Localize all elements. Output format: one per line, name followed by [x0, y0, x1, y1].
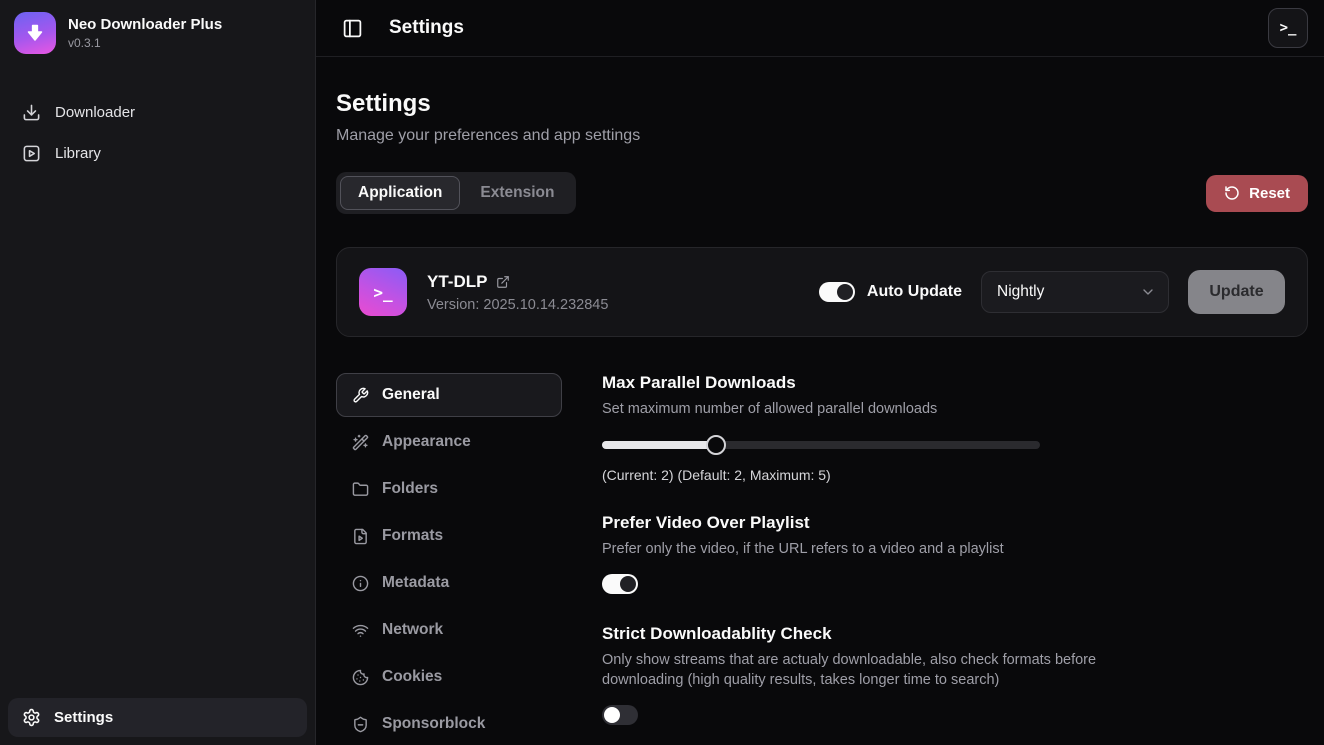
ytdlp-terminal-icon: >_	[359, 268, 407, 316]
external-link-icon[interactable]	[496, 275, 510, 289]
download-icon	[22, 103, 41, 122]
settings-nav-label: Appearance	[382, 433, 471, 451]
settings-nav-label: Folders	[382, 480, 438, 498]
strict-check-toggle[interactable]	[602, 705, 638, 725]
setting-title: Prefer Video Over Playlist	[602, 513, 1117, 533]
setting-title: Max Parallel Downloads	[602, 373, 1117, 393]
shield-minus-icon	[352, 716, 369, 733]
setting-description: Prefer only the video, if the URL refers…	[602, 539, 1117, 559]
ytdlp-card: >_ YT-DLP Version: 2025.10.14.232845 Aut…	[336, 247, 1308, 337]
tab-application[interactable]: Application	[340, 176, 460, 210]
main-area: Settings >_ Settings Manage your prefere…	[316, 0, 1324, 745]
settings-nav-folders[interactable]: Folders	[336, 467, 562, 511]
settings-nav-label: Sponsorblock	[382, 715, 485, 733]
folder-icon	[352, 481, 369, 498]
sidebar: Neo Downloader Plus v0.3.1 Downloader Li…	[0, 0, 316, 745]
toggle-knob	[620, 576, 636, 592]
gear-icon	[22, 708, 41, 727]
settings-nav-label: Formats	[382, 527, 443, 545]
sidebar-item-label: Downloader	[55, 104, 135, 121]
sidebar-item-label: Settings	[54, 709, 113, 726]
settings-nav-label: Metadata	[382, 574, 449, 592]
reset-button-label: Reset	[1249, 185, 1290, 202]
wifi-icon	[352, 622, 369, 639]
cookie-icon	[352, 669, 369, 686]
rotate-ccw-icon	[1224, 185, 1240, 201]
file-video-icon	[352, 528, 369, 545]
page-title: Settings	[336, 90, 1308, 118]
library-icon	[22, 144, 41, 163]
sidebar-toggle-button[interactable]	[338, 14, 367, 43]
setting-strict-check: Strict Downloadablity Check Only show st…	[602, 624, 1117, 725]
update-channel-select[interactable]: Nightly	[981, 271, 1169, 313]
update-channel-value: Nightly	[997, 283, 1044, 301]
settings-nav-cookies[interactable]: Cookies	[336, 655, 562, 699]
settings-page: Settings Manage your preferences and app…	[316, 57, 1324, 745]
setting-title: Strict Downloadablity Check	[602, 624, 1117, 644]
auto-update-toggle[interactable]	[819, 282, 855, 302]
sidebar-item-downloader[interactable]: Downloader	[0, 92, 315, 133]
topbar-title: Settings	[389, 17, 464, 39]
sidebar-bottom: Settings	[0, 690, 315, 745]
sidebar-nav: Downloader Library	[0, 92, 315, 174]
ytdlp-version: Version: 2025.10.14.232845	[427, 297, 608, 313]
update-button[interactable]: Update	[1188, 270, 1285, 314]
tab-extension[interactable]: Extension	[462, 176, 572, 210]
chevron-down-icon	[1140, 284, 1156, 300]
settings-nav-formats[interactable]: Formats	[336, 514, 562, 558]
setting-prefer-video: Prefer Video Over Playlist Prefer only t…	[602, 513, 1117, 594]
sidebar-item-library[interactable]: Library	[0, 133, 315, 174]
panel-left-icon	[342, 18, 363, 39]
settings-nav-label: General	[382, 386, 440, 404]
info-icon	[352, 575, 369, 592]
settings-nav-appearance[interactable]: Appearance	[336, 420, 562, 464]
terminal-button[interactable]: >_	[1268, 8, 1308, 48]
setting-max-parallel-downloads: Max Parallel Downloads Set maximum numbe…	[602, 373, 1117, 483]
app-name: Neo Downloader Plus	[68, 16, 222, 35]
slider-thumb[interactable]	[706, 435, 726, 455]
max-parallel-slider[interactable]	[602, 435, 1040, 455]
ytdlp-title: YT-DLP	[427, 272, 487, 292]
setting-description: Set maximum number of allowed parallel d…	[602, 399, 1117, 419]
topbar: Settings >_	[316, 0, 1324, 57]
terminal-icon: >_	[1280, 20, 1297, 36]
app-brand: Neo Downloader Plus v0.3.1	[0, 0, 315, 64]
page-subtitle: Manage your preferences and app settings	[336, 127, 1308, 145]
prefer-video-toggle[interactable]	[602, 574, 638, 594]
toggle-knob	[604, 707, 620, 723]
settings-nav-sponsorblock[interactable]: Sponsorblock	[336, 702, 562, 745]
wand-sparkles-icon	[352, 434, 369, 451]
auto-update-label: Auto Update	[867, 283, 962, 301]
settings-nav-metadata[interactable]: Metadata	[336, 561, 562, 605]
settings-panels: Max Parallel Downloads Set maximum numbe…	[602, 373, 1117, 745]
settings-tab-group: Application Extension	[336, 172, 576, 214]
slider-fill	[602, 441, 716, 449]
settings-nav-network[interactable]: Network	[336, 608, 562, 652]
sidebar-item-settings[interactable]: Settings	[8, 698, 307, 737]
setting-description: Only show streams that are actualy downl…	[602, 650, 1117, 690]
wrench-icon	[352, 387, 369, 404]
sidebar-item-label: Library	[55, 145, 101, 162]
toggle-knob	[837, 284, 853, 300]
slider-hint: (Current: 2) (Default: 2, Maximum: 5)	[602, 467, 1117, 483]
settings-nav-label: Network	[382, 621, 443, 639]
app-logo-icon	[14, 12, 56, 54]
reset-button[interactable]: Reset	[1206, 175, 1308, 212]
settings-nav-label: Cookies	[382, 668, 442, 686]
settings-category-nav: General Appearance	[336, 373, 562, 745]
app-version: v0.3.1	[68, 36, 222, 50]
settings-nav-general[interactable]: General	[336, 373, 562, 417]
